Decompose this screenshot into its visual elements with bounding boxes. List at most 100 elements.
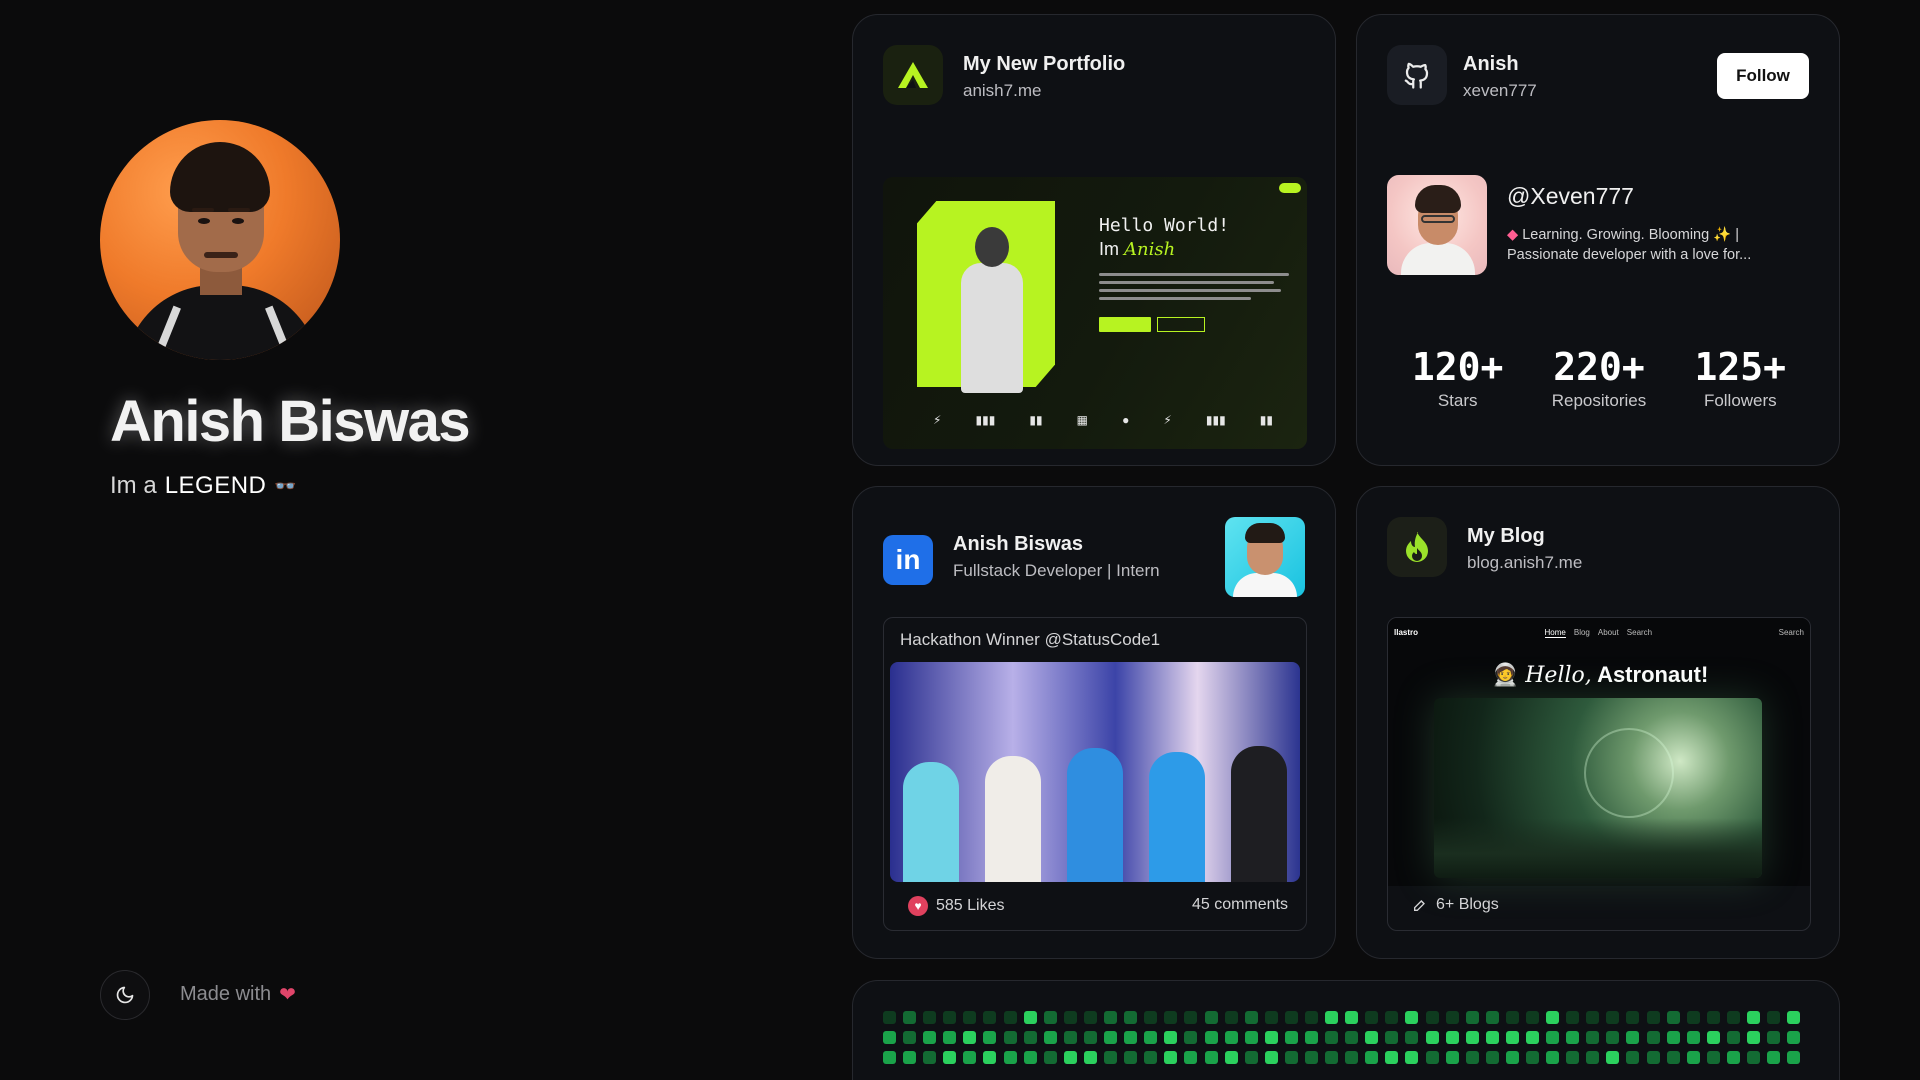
contribution-cell bbox=[1003, 1011, 1017, 1024]
contribution-cell bbox=[943, 1011, 957, 1024]
contribution-cell bbox=[1425, 1031, 1439, 1044]
contribution-cell bbox=[1606, 1031, 1620, 1044]
contribution-cell bbox=[1405, 1011, 1419, 1024]
contribution-cell bbox=[923, 1011, 937, 1024]
contribution-cell bbox=[1284, 1051, 1298, 1064]
contribution-cell bbox=[1304, 1011, 1318, 1024]
contribution-cell bbox=[1345, 1031, 1359, 1044]
preview-projects-button bbox=[1099, 317, 1151, 332]
contribution-cell bbox=[1144, 1031, 1158, 1044]
nav-link: Home bbox=[1544, 628, 1566, 638]
nav-link: Blog bbox=[1573, 628, 1590, 637]
linkedin-avatar bbox=[1225, 517, 1305, 597]
blog-preview-nav: llastro Home Blog About Search Search bbox=[1394, 628, 1804, 638]
blog-url[interactable]: blog.anish7.me bbox=[1467, 553, 1582, 573]
preview-description bbox=[1099, 273, 1289, 305]
contribution-cell bbox=[923, 1031, 937, 1044]
contribution-cell bbox=[1686, 1051, 1700, 1064]
diamond-icon: ◆ bbox=[1507, 227, 1519, 243]
contribution-cell bbox=[1405, 1031, 1419, 1044]
blog-title: My Blog bbox=[1467, 525, 1545, 547]
contribution-cell bbox=[1586, 1031, 1600, 1044]
contribution-cell bbox=[1666, 1011, 1680, 1024]
contribution-cell bbox=[1365, 1051, 1379, 1064]
contribution-cell bbox=[1385, 1031, 1399, 1044]
contribution-cell bbox=[1284, 1031, 1298, 1044]
contribution-cell bbox=[1144, 1011, 1158, 1024]
blog-nav-links: Home Blog About Search bbox=[1544, 628, 1653, 638]
contribution-cell bbox=[1164, 1051, 1178, 1064]
made-with-footer: Made with ❤ bbox=[180, 982, 296, 1007]
contribution-cell bbox=[1244, 1051, 1258, 1064]
contribution-cell bbox=[1224, 1051, 1238, 1064]
contribution-cell bbox=[883, 1031, 896, 1044]
tagline-word: LEGEND bbox=[164, 472, 267, 499]
portfolio-card[interactable]: My New Portfolio anish7.me Hello World! … bbox=[852, 14, 1336, 466]
contribution-cell bbox=[1445, 1031, 1459, 1044]
linkedin-icon: in bbox=[883, 535, 933, 585]
contribution-cell bbox=[1204, 1011, 1218, 1024]
contribution-cell bbox=[1043, 1051, 1057, 1064]
github-name: Anish bbox=[1463, 53, 1519, 75]
flame-icon bbox=[1387, 517, 1447, 577]
contribution-cell bbox=[1787, 1031, 1801, 1044]
likes-count: 585 Likes bbox=[936, 897, 1005, 914]
contribution-cell bbox=[1345, 1051, 1359, 1064]
github-handle: @Xeven777 bbox=[1507, 183, 1634, 209]
contribution-cell bbox=[1586, 1051, 1600, 1064]
linkedin-post[interactable]: Hackathon Winner @StatusCode1 ♥ 585 Like… bbox=[883, 617, 1307, 931]
blog-card[interactable]: My Blog blog.anish7.me llastro Home Blog… bbox=[1356, 486, 1840, 959]
post-footer: ♥ 585 Likes 45 comments bbox=[908, 896, 1288, 916]
contribution-cell bbox=[1465, 1051, 1479, 1064]
contribution-cell bbox=[1505, 1031, 1519, 1044]
contribution-cell bbox=[1023, 1011, 1037, 1024]
contribution-cell bbox=[1465, 1011, 1479, 1024]
heart-icon: ♥ bbox=[908, 896, 928, 916]
contribution-cell bbox=[1083, 1011, 1097, 1024]
linkedin-card[interactable]: in Anish Biswas Fullstack Developer | In… bbox=[852, 486, 1336, 959]
theme-toggle-button[interactable] bbox=[100, 970, 150, 1020]
contribution-cell bbox=[1385, 1011, 1399, 1024]
post-likes[interactable]: ♥ 585 Likes bbox=[908, 896, 1005, 916]
contribution-cell bbox=[1767, 1051, 1781, 1064]
contribution-cell bbox=[1485, 1011, 1499, 1024]
portfolio-url[interactable]: anish7.me bbox=[963, 81, 1041, 101]
github-card[interactable]: Anish xeven777 Follow @Xeven777 ◆ Learni… bbox=[1356, 14, 1840, 466]
blog-search: Search bbox=[1778, 628, 1804, 637]
edit-icon bbox=[1414, 900, 1425, 911]
contribution-cell bbox=[1425, 1051, 1439, 1064]
contribution-cell bbox=[903, 1031, 917, 1044]
contribution-cell bbox=[1104, 1051, 1118, 1064]
contribution-cell bbox=[883, 1011, 896, 1024]
contribution-cell bbox=[1023, 1051, 1037, 1064]
blog-hello: 🧑‍🚀 Hello, Astronaut! bbox=[1388, 662, 1810, 688]
follow-button[interactable]: Follow bbox=[1717, 53, 1809, 99]
portfolio-preview[interactable]: Hello World! Im Anish ⚡ ▮▮▮ ▮▮ ▦ ● ⚡ ▮▮▮ ▮▮ bbox=[883, 177, 1307, 449]
stat-value: 125+ bbox=[1694, 345, 1787, 389]
contribution-cell bbox=[1164, 1031, 1178, 1044]
contribution-cell bbox=[1124, 1051, 1138, 1064]
github-icon bbox=[1387, 45, 1447, 105]
comments-count[interactable]: 45 comments bbox=[1192, 896, 1288, 916]
contribution-cell bbox=[1787, 1011, 1801, 1024]
bio-line-1: Learning. Growing. Blooming bbox=[1522, 227, 1710, 243]
contribution-cell bbox=[1526, 1031, 1539, 1044]
blog-preview-box[interactable]: llastro Home Blog About Search Search 🧑‍… bbox=[1387, 617, 1811, 931]
contribution-cell bbox=[883, 1051, 896, 1064]
contribution-cell bbox=[1063, 1011, 1077, 1024]
hero-portrait bbox=[961, 227, 1023, 393]
contribution-cell bbox=[963, 1011, 977, 1024]
contribution-cell bbox=[1606, 1051, 1620, 1064]
linkedin-headline: Fullstack Developer | Intern bbox=[953, 561, 1160, 580]
stat-followers: 125+ Followers bbox=[1675, 345, 1805, 411]
contribution-cell bbox=[1043, 1031, 1057, 1044]
nav-link: Search bbox=[1626, 628, 1653, 637]
contribution-cell bbox=[1224, 1031, 1238, 1044]
contribution-cell bbox=[1646, 1011, 1660, 1024]
blog-preview: llastro Home Blog About Search Search 🧑‍… bbox=[1388, 618, 1810, 886]
hello-italic: Hello, bbox=[1525, 663, 1592, 688]
github-username[interactable]: xeven777 bbox=[1463, 81, 1537, 101]
contribution-cell bbox=[1666, 1051, 1680, 1064]
stat-label: Repositories bbox=[1551, 391, 1647, 410]
contribution-cell bbox=[1747, 1051, 1761, 1064]
